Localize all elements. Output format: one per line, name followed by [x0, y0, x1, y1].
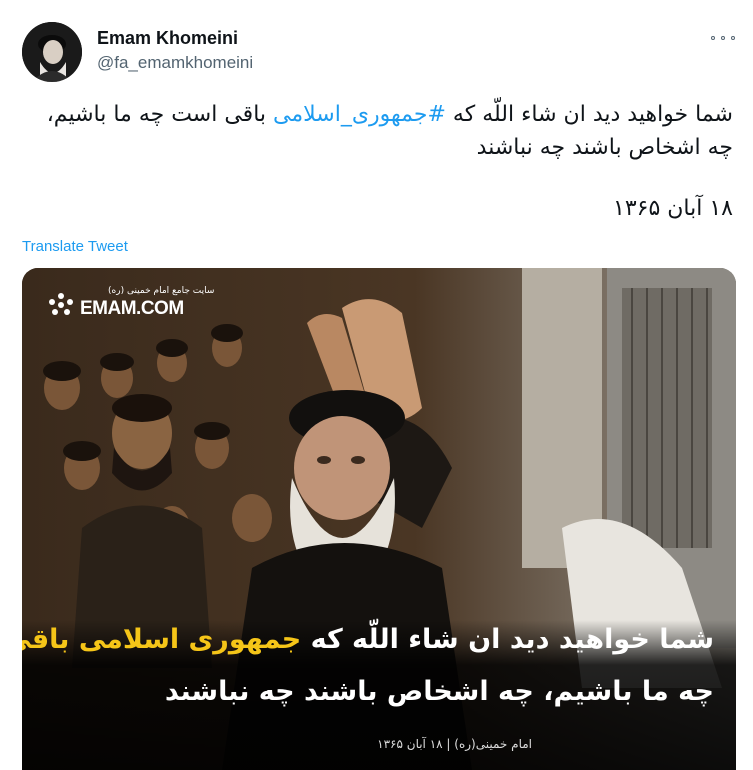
media-caption-line-2: چه ما باشیم، چه اشخاص باشند چه نباشند: [164, 676, 714, 707]
tweet-text: شما خواهید دید ان شاء اللّه که #جمهوری_ا…: [33, 98, 733, 164]
hashtag-link[interactable]: #جمهوری_اسلامی: [273, 102, 446, 127]
translate-tweet-link[interactable]: Translate Tweet: [22, 238, 128, 255]
more-horizontal-icon[interactable]: [711, 30, 735, 46]
emam-logo-icon: [46, 290, 76, 320]
tweet-media-image[interactable]: سایت جامع امام خمینی (ره) EMAM.COM شما خ…: [22, 268, 736, 770]
tweet-card: Emam Khomeini @fa_emamkhomeini شما خواهی…: [0, 0, 753, 770]
user-handle[interactable]: @fa_emamkhomeini: [97, 53, 253, 73]
media-caption-line-1: شما خواهید دید ان شاء اللّه که جمهوری اس…: [22, 624, 714, 655]
media-logo-title: EMAM.COM: [80, 298, 184, 319]
more-dot: [731, 36, 735, 40]
display-name[interactable]: Emam Khomeini: [97, 28, 238, 49]
more-dot: [721, 36, 725, 40]
tweet-date-text: ۱۸ آبان ۱۳۶۵: [613, 196, 733, 221]
more-dot: [711, 36, 715, 40]
media-logo-subtitle: سایت جامع امام خمینی (ره): [108, 286, 215, 296]
avatar-image: [22, 22, 82, 82]
tweet-text-before: شما خواهید دید ان شاء اللّه که: [445, 102, 733, 127]
caption-white-text: شما خواهید دید ان شاء اللّه که: [301, 624, 714, 655]
avatar[interactable]: [22, 22, 82, 82]
caption-highlight-text: جمهوری اسلامی باقی است: [22, 624, 302, 655]
media-caption-credit: امام خمینی(ره) | ۱۸ آبان ۱۳۶۵: [377, 737, 532, 751]
